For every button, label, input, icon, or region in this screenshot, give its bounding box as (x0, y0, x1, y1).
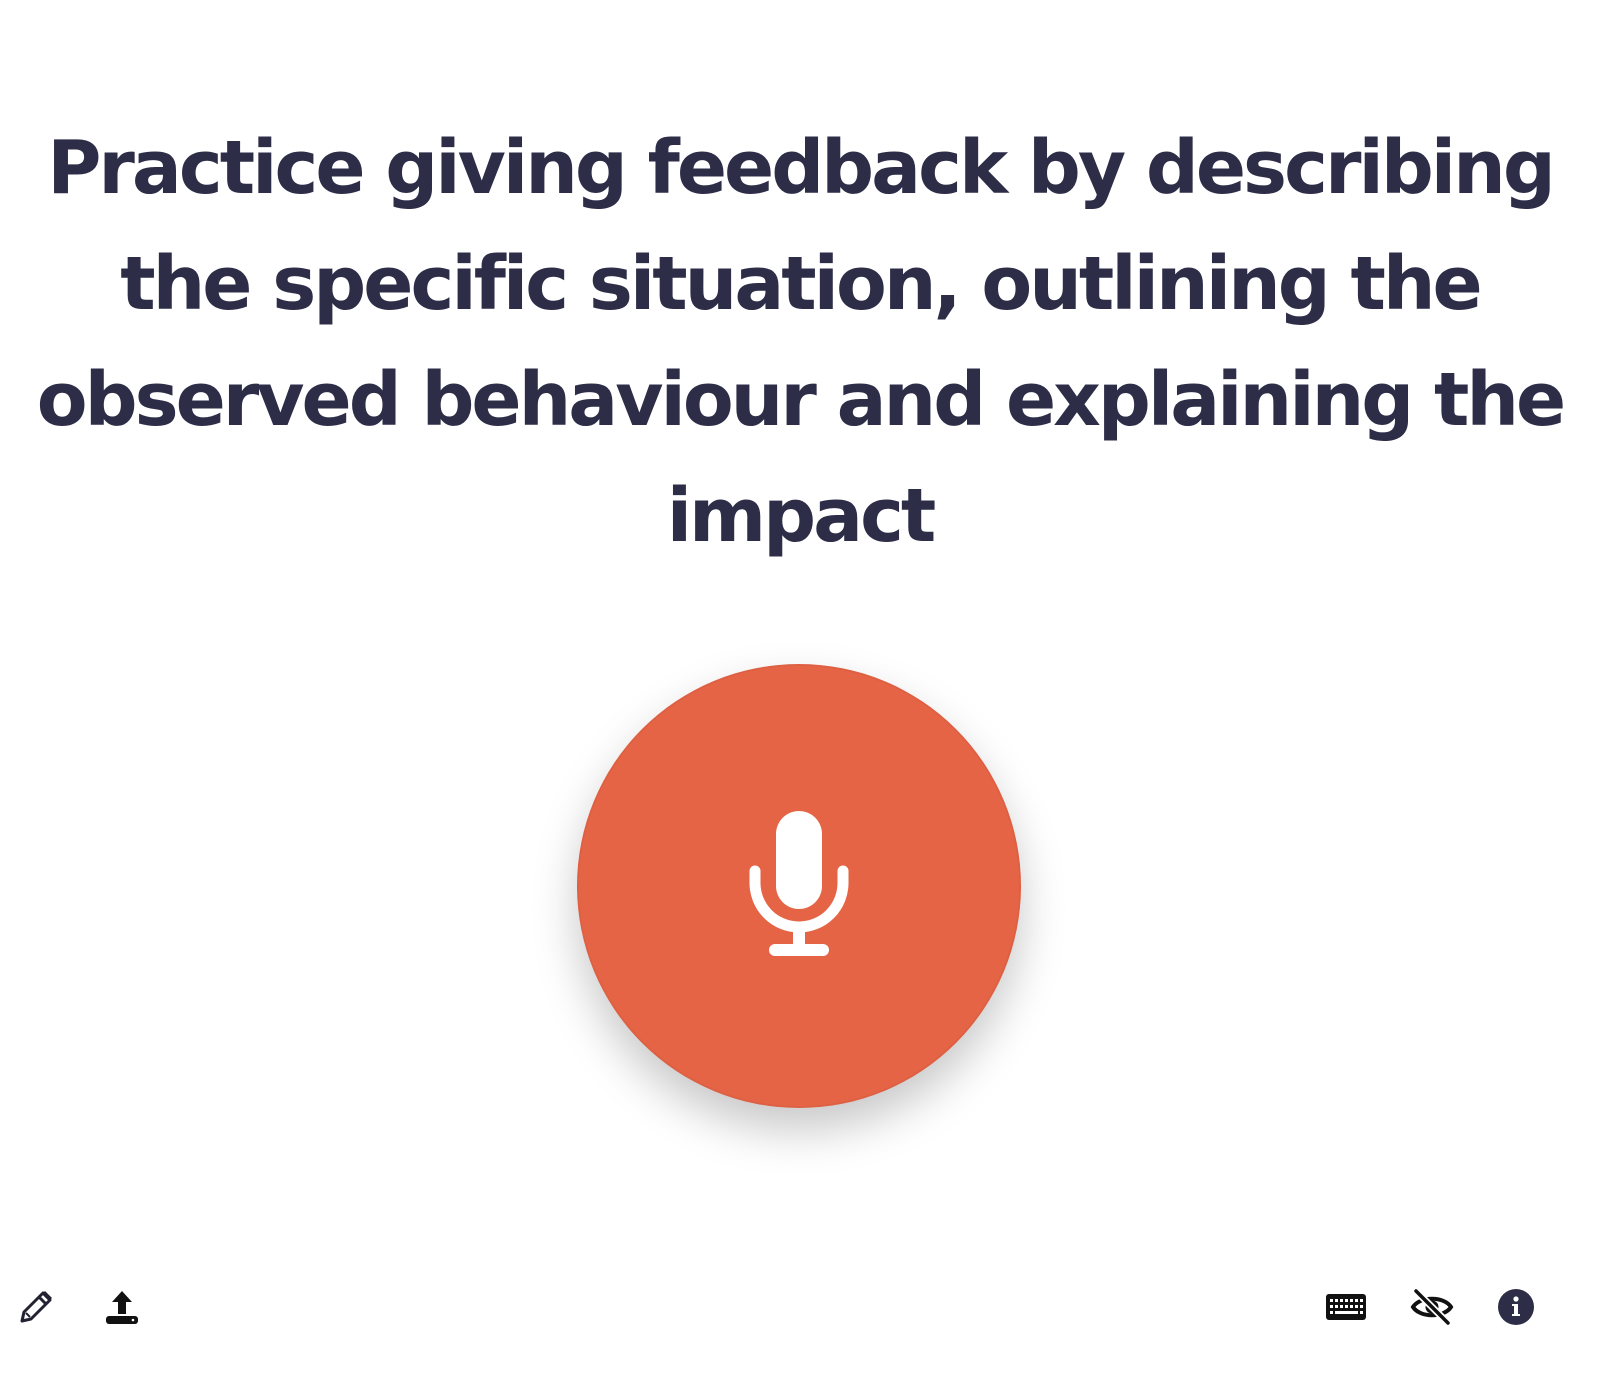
hide-button[interactable] (1410, 1285, 1454, 1329)
upload-button[interactable] (100, 1285, 144, 1329)
info-button[interactable] (1494, 1285, 1538, 1329)
keyboard-button[interactable] (1324, 1285, 1368, 1329)
pencil-icon (16, 1287, 56, 1327)
prompt-text: Practice giving feedback by describing t… (36, 125, 1566, 559)
upload-icon (102, 1287, 142, 1327)
info-icon (1497, 1288, 1535, 1326)
eye-slash-icon (1410, 1287, 1454, 1327)
microphone-icon (744, 811, 854, 961)
edit-button[interactable] (14, 1285, 58, 1329)
keyboard-icon (1325, 1292, 1367, 1322)
record-button[interactable] (577, 664, 1021, 1108)
